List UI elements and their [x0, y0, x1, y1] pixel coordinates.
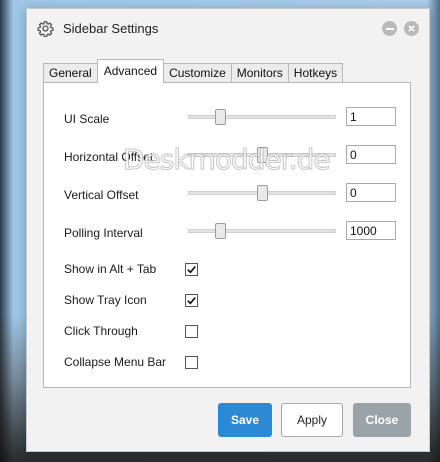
tab-hotkeys[interactable]: Hotkeys	[287, 63, 344, 83]
close-icon	[408, 25, 415, 32]
settings-window: Sidebar Settings General Advanced Custom…	[26, 8, 430, 452]
title-bar: Sidebar Settings	[27, 9, 429, 47]
ui-scale-slider[interactable]	[188, 109, 336, 125]
polling-interval-label: Polling Interval	[64, 226, 143, 240]
show-in-alt-tab-label: Show in Alt + Tab	[64, 262, 157, 276]
polling-interval-slider[interactable]	[188, 223, 336, 239]
ui-scale-input[interactable]	[346, 107, 396, 126]
close-button[interactable]: Close	[353, 403, 411, 437]
tab-general[interactable]: General	[43, 63, 98, 83]
vertical-offset-label: Vertical Offset	[64, 188, 139, 202]
horizontal-offset-slider[interactable]	[188, 147, 336, 163]
checkmark-icon	[187, 297, 196, 305]
apply-button[interactable]: Apply	[281, 403, 343, 437]
show-tray-icon-checkbox[interactable]	[185, 294, 198, 307]
tab-monitors[interactable]: Monitors	[230, 63, 289, 83]
ui-scale-label: UI Scale	[64, 112, 110, 126]
vertical-offset-input[interactable]	[346, 183, 396, 202]
advanced-panel: UI Scale Horizontal Offset Vertical Offs…	[43, 82, 411, 388]
slider-thumb[interactable]	[215, 109, 226, 125]
slider-track	[188, 115, 336, 119]
click-through-checkbox[interactable]	[185, 325, 198, 338]
show-tray-icon-label: Show Tray Icon	[64, 293, 147, 307]
slider-thumb[interactable]	[215, 223, 226, 239]
click-through-label: Click Through	[64, 324, 138, 338]
polling-interval-input[interactable]	[346, 221, 396, 240]
checkmark-icon	[187, 266, 196, 274]
gear-icon	[37, 21, 54, 37]
horizontal-offset-input[interactable]	[346, 145, 396, 164]
slider-track	[188, 229, 336, 233]
collapse-menu-bar-label: Collapse Menu Bar	[64, 355, 167, 369]
minimize-button[interactable]	[382, 21, 397, 36]
tab-bar: General Advanced Customize Monitors Hotk…	[43, 59, 344, 83]
tab-advanced[interactable]: Advanced	[96, 59, 165, 83]
minimize-icon	[385, 27, 394, 30]
show-in-alt-tab-checkbox[interactable]	[185, 263, 198, 276]
slider-thumb[interactable]	[257, 185, 268, 201]
slider-thumb[interactable]	[257, 147, 268, 163]
vertical-offset-slider[interactable]	[188, 185, 336, 201]
tab-customize[interactable]: Customize	[163, 63, 232, 83]
horizontal-offset-label: Horizontal Offset	[64, 150, 154, 164]
collapse-menu-bar-checkbox[interactable]	[185, 356, 198, 369]
window-title: Sidebar Settings	[63, 21, 159, 36]
save-button[interactable]: Save	[218, 403, 272, 437]
close-window-button[interactable]	[404, 21, 419, 36]
